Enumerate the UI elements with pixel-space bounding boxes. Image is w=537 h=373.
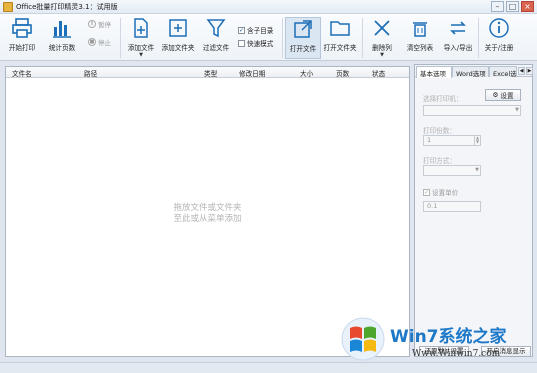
watermark-brand: Win7系统之家 (390, 327, 507, 347)
empty-list-hint: 拖放文件或文件夹 至此或从菜单添加 (173, 203, 242, 224)
tab-basic[interactable]: 基本选项 (416, 66, 452, 78)
separator (362, 18, 363, 58)
pause-icon: II (88, 20, 96, 28)
windows-flag-icon (341, 317, 385, 361)
stop-button[interactable]: ■ 停止 (88, 37, 111, 47)
column-header[interactable]: 路径 (84, 68, 97, 78)
column-header[interactable]: 文件名 (12, 68, 32, 78)
printer-icon (12, 18, 32, 38)
options-panel: 基本选项 Word选项 Excel选 ◀ ▶ 选择打印机： ⚙ 设置 ▼ 打印份数… (414, 64, 533, 357)
print-mode-select[interactable]: ▼ (423, 165, 481, 176)
select-printer-label: 选择打印机： (423, 95, 463, 103)
minimize-button[interactable]: – (491, 1, 504, 12)
tab-scroll-right-icon[interactable]: ▶ (526, 67, 533, 75)
folder-icon (330, 21, 350, 36)
column-header[interactable]: 状态 (372, 68, 385, 78)
delete-column-button[interactable]: 删除列 ▼ (364, 17, 400, 59)
unit-price-input[interactable]: 0.1 (423, 201, 481, 212)
print-mode-label: 打印方式： (423, 157, 456, 165)
filter-icon (206, 19, 226, 38)
maximize-button[interactable]: □ (506, 1, 519, 12)
checkmark-icon: ✓ (238, 26, 245, 34)
stop-icon: ■ (88, 38, 96, 46)
spin-arrows-icon[interactable]: ▲ ▼ (474, 136, 480, 145)
swap-arrows-icon (450, 21, 466, 35)
tab-scroll-left-icon[interactable]: ◀ (518, 67, 525, 75)
gear-icon: ⚙ (492, 91, 499, 99)
dropdown-arrow-icon: ▼ (139, 52, 143, 58)
add-folder-button[interactable]: 添加文件夹 (160, 17, 196, 59)
window-title: Office批量打印精灵3.1：试用版 (16, 3, 118, 11)
column-header[interactable]: 页数 (336, 68, 349, 78)
close-button[interactable]: × (521, 1, 534, 12)
separator (120, 18, 121, 58)
printer-select[interactable]: ▼ (423, 105, 521, 116)
column-header[interactable]: 大小 (300, 68, 313, 78)
clear-list-icon (413, 22, 427, 37)
title-bar: Office批量打印精灵3.1：试用版 – □ × (0, 0, 537, 14)
column-header[interactable]: 类型 (204, 68, 217, 78)
add-folder-icon (169, 19, 187, 37)
dropdown-arrow-icon: ▼ (380, 52, 384, 58)
start-print-button[interactable]: 开始打印 (4, 17, 40, 59)
app-logo-icon (3, 2, 13, 12)
options-tabs: 基本选项 Word选项 Excel选 ◀ ▶ (415, 65, 533, 78)
open-external-icon (294, 20, 312, 38)
chevron-down-icon: ▼ (475, 167, 479, 173)
open-file-button[interactable]: 打开文件 (285, 17, 321, 59)
copies-label: 打印份数： (423, 127, 456, 135)
file-list[interactable]: 文件名 路径 类型 修改日期 大小 页数 状态 拖放文件或文件夹 至此或从菜单添… (5, 66, 410, 357)
delete-x-icon (374, 20, 390, 36)
copies-stepper[interactable]: 1 ▲ ▼ (423, 135, 481, 146)
checkmark-icon: ✓ (423, 188, 430, 196)
window-controls: – □ × (491, 1, 534, 12)
separator (282, 18, 283, 58)
watermark-url: Www.Winwin7.com (412, 349, 501, 359)
filter-file-button[interactable]: 过滤文件 (198, 17, 234, 59)
include-subdir-checkbox[interactable]: ✓ 含子目录 (238, 25, 273, 35)
printer-settings-button[interactable]: ⚙ 设置 (485, 89, 521, 101)
clear-list-button[interactable]: 清空列表 (402, 17, 438, 59)
set-unit-price-checkbox[interactable]: ✓ 设置单价 (423, 187, 458, 197)
bar-chart-icon (53, 21, 71, 38)
separator (478, 18, 479, 58)
stats-pages-button[interactable]: 统计页数 (44, 17, 80, 59)
tab-word[interactable]: Word选项 (452, 66, 489, 77)
info-icon (489, 18, 509, 38)
add-file-button[interactable]: 添加文件 ▼ (123, 17, 159, 59)
import-export-button[interactable]: 导入/导出 (440, 17, 476, 59)
pause-button[interactable]: II 暂停 (88, 19, 111, 29)
list-header: 文件名 路径 类型 修改日期 大小 页数 状态 (6, 67, 409, 78)
toolbar: 开始打印 统计页数 II 暂停 ■ 停止 添加文件 ▼ 添加文件夹 过滤文件 ✓ 含子… (0, 14, 537, 61)
watermark: Win7系统之家 Www.Winwin7.com (340, 316, 530, 366)
column-header[interactable]: 修改日期 (239, 68, 265, 78)
open-folder-button[interactable]: 打开文件夹 (322, 17, 358, 59)
fast-mode-checkbox[interactable]: 快速模式 (238, 38, 273, 48)
add-file-icon (134, 18, 148, 38)
about-register-button[interactable]: 关于/注册 (481, 17, 517, 59)
tab-excel[interactable]: Excel选 (489, 66, 517, 77)
chevron-down-icon: ▼ (515, 107, 519, 113)
